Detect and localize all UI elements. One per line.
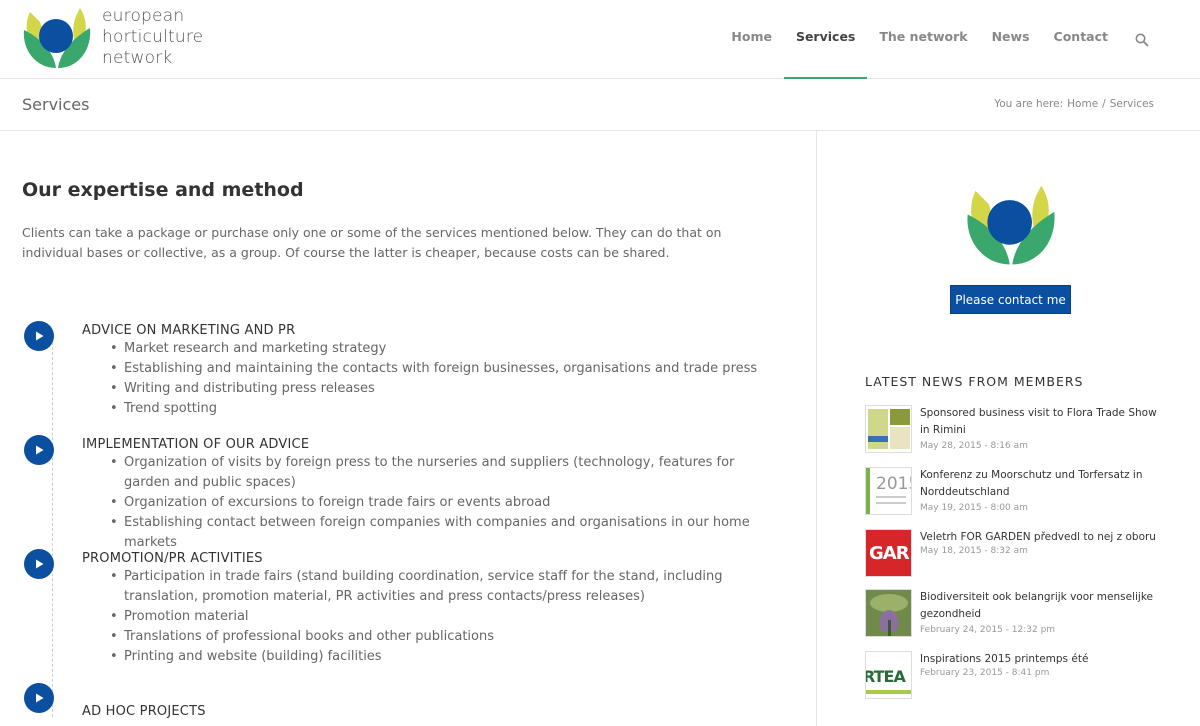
news-thumbnail	[865, 405, 912, 453]
list-item: Promotion material	[110, 607, 778, 627]
news-date: May 18, 2015 - 8:32 am	[920, 546, 1028, 556]
news-title[interactable]: Biodiversiteit ook belangrijk voor mense…	[920, 589, 1165, 623]
site-logo[interactable]: european horticulture network	[22, 4, 203, 70]
main-content: Our expertise and method Clients can tak…	[0, 131, 817, 726]
news-title[interactable]: Inspirations 2015 printemps été	[920, 651, 1165, 668]
news-heading: LATEST NEWS FROM MEMBERS	[865, 374, 1084, 389]
news-thumbnail	[865, 589, 912, 637]
list-item: Trend spotting	[110, 399, 778, 419]
sidebar: Please contact me LATEST NEWS FROM MEMBE…	[818, 131, 1200, 726]
title-bar: Services You are here: Home / Services	[0, 79, 1200, 131]
thumb-text: 2015	[876, 474, 911, 494]
news-item[interactable]: GAR Veletrh FOR GARDEN předvedl to nej z…	[865, 529, 1165, 581]
play-icon	[24, 321, 54, 351]
news-title[interactable]: Konferenz zu Moorschutz und Torfersatz i…	[920, 467, 1165, 501]
logo-line-2: horticulture	[102, 27, 204, 47]
nav-contact[interactable]: Contact	[1042, 0, 1120, 79]
section-title: PROMOTION/PR ACTIVITIES	[82, 551, 263, 566]
news-date: May 19, 2015 - 8:00 am	[920, 503, 1028, 513]
list-item: Translations of professional books and o…	[110, 627, 778, 647]
news-item[interactable]: Biodiversiteit ook belangrijk voor mense…	[865, 589, 1165, 641]
news-title[interactable]: Sponsored business visit to Flora Trade …	[920, 405, 1165, 439]
section-title: AD HOC PROJECTS	[82, 704, 206, 719]
breadcrumb-separator: /	[1102, 98, 1106, 110]
breadcrumb-current: Services	[1109, 98, 1154, 110]
play-icon	[24, 435, 54, 465]
list-item: Organization of excursions to foreign tr…	[110, 493, 778, 513]
thumb-text: GAR	[869, 543, 910, 564]
section-list: Participation in trade fairs (stand buil…	[110, 567, 778, 667]
section-title: ADVICE ON MARKETING AND PR	[82, 323, 296, 338]
logo-text: european horticulture network	[102, 6, 203, 69]
timeline-line	[52, 337, 53, 717]
breadcrumb: You are here: Home / Services	[994, 98, 1154, 110]
news-item[interactable]: Sponsored business visit to Flora Trade …	[865, 405, 1165, 457]
section-title: IMPLEMENTATION OF OUR ADVICE	[82, 437, 310, 452]
list-item: Establishing contact between foreign com…	[110, 513, 778, 553]
list-item: Market research and marketing strategy	[110, 339, 778, 359]
news-item[interactable]: 2015 Konferenz zu Moorschutz und Torfers…	[865, 467, 1165, 519]
breadcrumb-prefix: You are here:	[994, 98, 1064, 110]
nav-services[interactable]: Services	[783, 0, 868, 79]
page-title: Services	[22, 95, 90, 114]
logo-emblem-icon	[23, 8, 91, 68]
news-thumbnail: RTEA	[865, 651, 912, 699]
news-title[interactable]: Veletrh FOR GARDEN předvedl to nej z obo…	[920, 529, 1165, 546]
news-date: May 28, 2015 - 8:16 am	[920, 441, 1028, 451]
list-item: Organization of visits by foreign press …	[96, 453, 778, 493]
list-item: Writing and distributing press releases	[110, 379, 778, 399]
list-item: Participation in trade fairs (stand buil…	[96, 567, 778, 607]
site-header: european horticulture network Home Servi…	[0, 0, 1200, 79]
news-item[interactable]: RTEA Inspirations 2015 printemps été Feb…	[865, 651, 1165, 703]
play-icon	[24, 549, 54, 579]
news-date: February 23, 2015 - 8:41 pm	[920, 668, 1050, 678]
search-icon[interactable]	[1124, 0, 1160, 79]
logo-line-3: network	[102, 48, 173, 68]
play-icon	[24, 683, 54, 713]
intro-paragraph: Clients can take a package or purchase o…	[22, 225, 722, 260]
news-date: February 24, 2015 - 12:32 pm	[920, 625, 1056, 635]
news-thumbnail: 2015	[865, 467, 912, 515]
thumb-text: RTEA	[865, 667, 906, 686]
sidebar-logo-icon	[964, 183, 1058, 272]
breadcrumb-home-link[interactable]: Home	[1067, 98, 1098, 110]
main-heading: Our expertise and method	[22, 179, 304, 201]
section-list: Organization of visits by foreign press …	[110, 453, 778, 553]
logo-line-1: european	[102, 6, 185, 26]
news-thumbnail: GAR	[865, 529, 912, 577]
list-item: Printing and website (building) faciliti…	[110, 647, 778, 667]
section-list: Market research and marketing strategy E…	[110, 339, 778, 419]
nav-home[interactable]: Home	[719, 0, 784, 79]
nav-news[interactable]: News	[980, 0, 1042, 79]
nav-the-network[interactable]: The network	[867, 0, 979, 79]
list-item: Establishing and maintaining the contact…	[110, 359, 778, 379]
main-nav: Home Services The network News Contact	[719, 0, 1160, 79]
contact-button[interactable]: Please contact me	[950, 285, 1071, 314]
